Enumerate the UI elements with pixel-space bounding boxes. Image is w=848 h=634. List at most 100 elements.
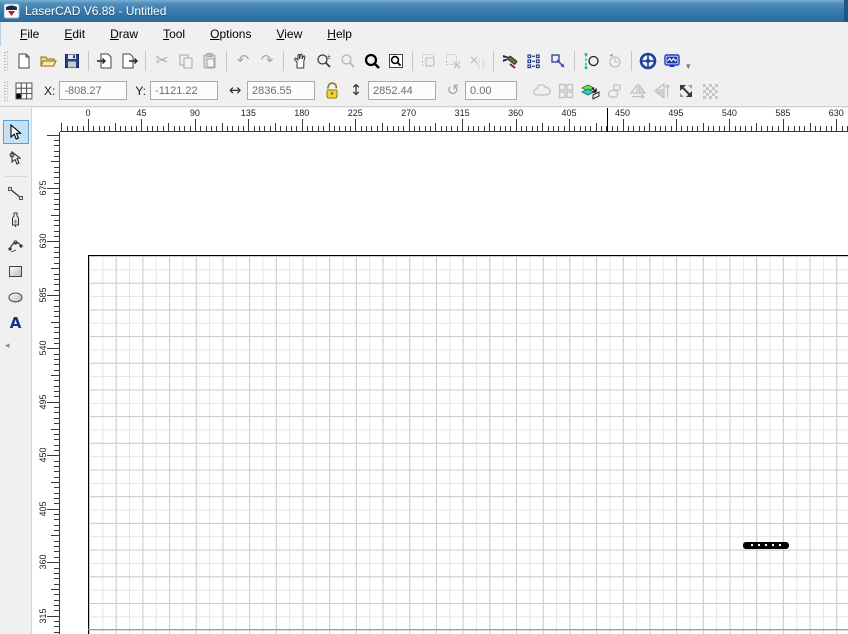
ruler-tick-label: 90 [190,108,200,118]
tool-select[interactable] [3,120,29,144]
save-button[interactable] [61,50,83,72]
page-bottom-edge [88,629,848,630]
toolbar-grip[interactable] [4,81,8,101]
zoom-all-icon [363,52,381,70]
menu-item-help[interactable]: Help [318,24,361,44]
deselect-button[interactable] [442,50,464,72]
cut-button[interactable]: ✂ [151,50,173,72]
copy-icon [177,52,195,70]
palette-collapse-button[interactable]: ◂ [5,341,10,351]
y-input[interactable] [150,81,218,100]
tool-text[interactable]: A [3,311,29,335]
zoom-prev-button[interactable] [337,50,359,72]
y-label: Y: [135,84,146,98]
panel-monitor-icon [663,52,681,70]
select-arrow-icon [7,124,24,141]
ruler-tick-label: 45 [136,108,146,118]
rectangle-tool-icon [7,263,24,280]
device-wheel-icon [639,52,657,70]
ellipse-tool-icon [7,289,24,306]
drag-copy-button[interactable] [603,80,625,102]
pick-object-button[interactable] [547,50,569,72]
tool-node-edit[interactable] [3,146,29,170]
tool-line[interactable] [3,181,29,205]
new-file-icon [15,52,33,70]
new-button[interactable] [13,50,35,72]
tool-bezier[interactable] [3,233,29,257]
rotate-input[interactable] [465,81,517,100]
anchor-grid-icon [14,81,34,101]
chevron-down-icon: ▾ [686,62,691,72]
dither-button[interactable] [699,80,721,102]
scale-corner-button[interactable] [675,80,697,102]
title-bar: LaserCAD V6.88 - Untitled [0,0,848,22]
simulate-hammer-icon [501,52,519,70]
anchor-point-button[interactable] [13,80,35,102]
menu-item-view[interactable]: View [267,24,311,44]
height-input[interactable] [368,81,436,100]
output-list-icon [525,52,543,70]
toolbar-grip[interactable] [4,51,8,71]
undo-button[interactable]: ↶ [232,50,254,72]
width-input[interactable] [247,81,315,100]
lock-open-icon [324,82,340,100]
menu-item-tool[interactable]: Tool [154,24,194,44]
time-estimate-button[interactable] [604,50,626,72]
menu-item-options[interactable]: Options [201,24,260,44]
height-arrow-icon: ↕ [350,83,363,98]
ruler-tick-label: 315 [455,108,470,118]
cut-icon: ✂ [156,53,169,68]
cloud-button[interactable] [531,80,553,102]
menu-item-edit[interactable]: Edit [55,24,94,44]
zoom-page-button[interactable] [385,50,407,72]
tool-ellipse[interactable] [3,285,29,309]
copy-button[interactable] [175,50,197,72]
move-to-layer-button[interactable] [579,80,601,102]
workspace: A ◂ 045901351802252703153604054504955405… [0,108,848,634]
redo-button[interactable]: ↷ [256,50,278,72]
paste-button[interactable] [199,50,221,72]
invert-select-button[interactable] [466,50,488,72]
ruler-tick-label: 225 [348,108,363,118]
drawing-canvas[interactable] [60,132,848,634]
start-point-icon [582,52,600,70]
toolbar-separator [493,51,494,71]
tool-rectangle[interactable] [3,259,29,283]
ruler-tick-label: 630 [829,108,844,118]
pan-button[interactable] [289,50,311,72]
toolbar-separator [631,51,632,71]
save-icon [63,52,81,70]
toolbar-separator [574,51,575,71]
simulate-button[interactable] [499,50,521,72]
download-device-button[interactable] [637,50,659,72]
menu-item-file[interactable]: File [11,24,48,44]
toolbar-overflow-button[interactable]: ▾ [686,62,691,72]
bezier-tool-icon [7,237,24,254]
drawn-object[interactable] [743,542,789,549]
text-tool-icon: A [10,314,22,332]
chevron-left-icon: ◂ [5,341,10,351]
export-button[interactable] [118,50,140,72]
array-copy-button[interactable] [555,80,577,102]
display-panel-button[interactable] [661,50,683,72]
menu-item-draw[interactable]: Draw [101,24,147,44]
page-grid[interactable] [88,255,848,634]
mirror-horizontal-button[interactable] [627,80,649,102]
set-start-point-button[interactable] [580,50,602,72]
open-button[interactable] [37,50,59,72]
mirror-vertical-button[interactable] [651,80,673,102]
zoom-page-icon [387,52,405,70]
x-input[interactable] [59,81,127,100]
aspect-lock-button[interactable] [321,80,343,102]
transform-toolbar: X: Y: ↔ ↕ ↺ [0,75,848,107]
import-button[interactable] [94,50,116,72]
ruler-tick-label: 360 [508,108,523,118]
zoom-scale-icon: ± [315,52,333,70]
output-list-button[interactable] [523,50,545,72]
svg-text:±: ± [327,54,331,61]
zoom-scale-button[interactable]: ± [313,50,335,72]
zoom-all-button[interactable] [361,50,383,72]
tool-pen[interactable] [3,207,29,231]
rotate-indicator: ↺ [442,80,464,102]
select-all-button[interactable] [418,50,440,72]
